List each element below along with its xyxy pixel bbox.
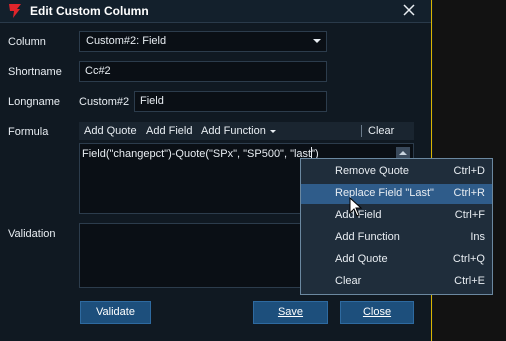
longname-label: Longname	[8, 96, 60, 108]
shortname-input[interactable]: Cc#2	[79, 61, 327, 82]
toolbar-divider	[361, 125, 362, 137]
save-button[interactable]: Save	[253, 301, 328, 324]
mouse-pointer-icon	[349, 197, 363, 217]
close-icon[interactable]	[402, 3, 416, 17]
menu-item-label: Remove Quote	[335, 165, 409, 177]
menu-item-shortcut: Ctrl+Q	[452, 253, 485, 265]
menu-item-label: Add Quote	[335, 253, 388, 265]
close-label: Close	[362, 306, 392, 318]
menu-item-replace-field[interactable]: Replace Field "Last" Ctrl+R	[301, 184, 492, 204]
longname-prefix: Custom#2	[79, 96, 130, 108]
menu-item-label: Clear	[335, 275, 362, 287]
clear-button[interactable]: Clear	[368, 125, 394, 137]
menu-item-shortcut: Ctrl+R	[453, 187, 485, 199]
validate-button[interactable]: Validate	[80, 301, 151, 324]
column-label: Column	[8, 36, 46, 48]
add-function-button[interactable]: Add Function	[201, 125, 276, 137]
save-label: Save	[277, 306, 304, 318]
menu-item-add-function[interactable]: Add Function Ins	[301, 228, 492, 248]
menu-item-add-field[interactable]: Add Field Ctrl+F	[301, 206, 492, 226]
close-button[interactable]: Close	[340, 301, 414, 324]
app-logo-icon	[9, 4, 21, 18]
title-bar: Edit Custom Column	[0, 0, 431, 23]
column-select-value: Custom#2: Field	[86, 35, 167, 47]
column-select[interactable]: Custom#2: Field	[79, 31, 327, 52]
add-function-label: Add Function	[201, 125, 266, 137]
shortname-label: Shortname	[8, 66, 62, 78]
menu-item-shortcut: Ctrl+F	[454, 209, 485, 221]
formula-label: Formula	[8, 126, 49, 138]
menu-item-shortcut: Ctrl+E	[454, 275, 485, 287]
menu-item-shortcut: Ctrl+D	[453, 165, 485, 177]
formula-text: Field("changepct")-Quote("SPx", "SP500",…	[82, 148, 319, 160]
menu-item-remove-quote[interactable]: Remove Quote Ctrl+D	[301, 162, 492, 182]
formula-toolbar: Add Quote Add Field Add Function Clear	[79, 122, 414, 140]
menu-item-label: Add Function	[335, 231, 400, 243]
formula-context-menu: Remove Quote Ctrl+D Replace Field "Last"…	[300, 158, 493, 295]
menu-item-shortcut: Ins	[470, 231, 485, 243]
menu-item-add-quote[interactable]: Add Quote Ctrl+Q	[301, 250, 492, 270]
window-title: Edit Custom Column	[30, 4, 149, 18]
chevron-down-icon	[313, 39, 321, 43]
add-quote-button[interactable]: Add Quote	[84, 125, 137, 137]
longname-input[interactable]: Field	[134, 91, 327, 112]
validation-label: Validation	[8, 228, 56, 240]
menu-item-clear[interactable]: Clear Ctrl+E	[301, 272, 492, 292]
chevron-down-icon	[269, 129, 276, 133]
add-field-button[interactable]: Add Field	[146, 125, 192, 137]
